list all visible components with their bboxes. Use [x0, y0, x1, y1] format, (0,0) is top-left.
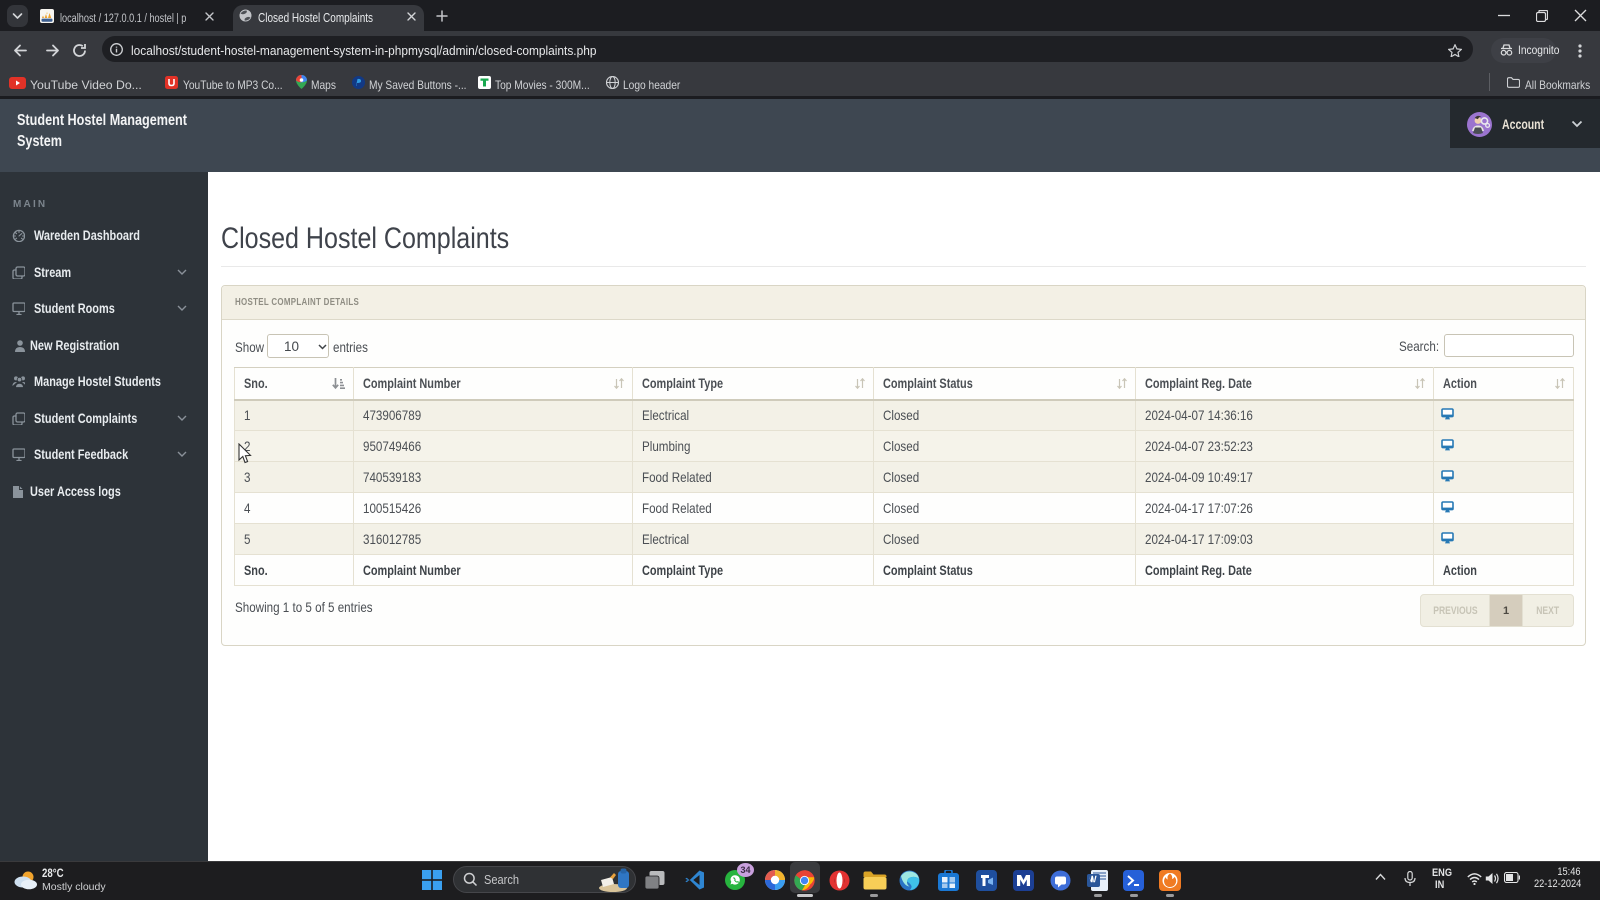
svg-text:34: 34	[740, 865, 750, 875]
